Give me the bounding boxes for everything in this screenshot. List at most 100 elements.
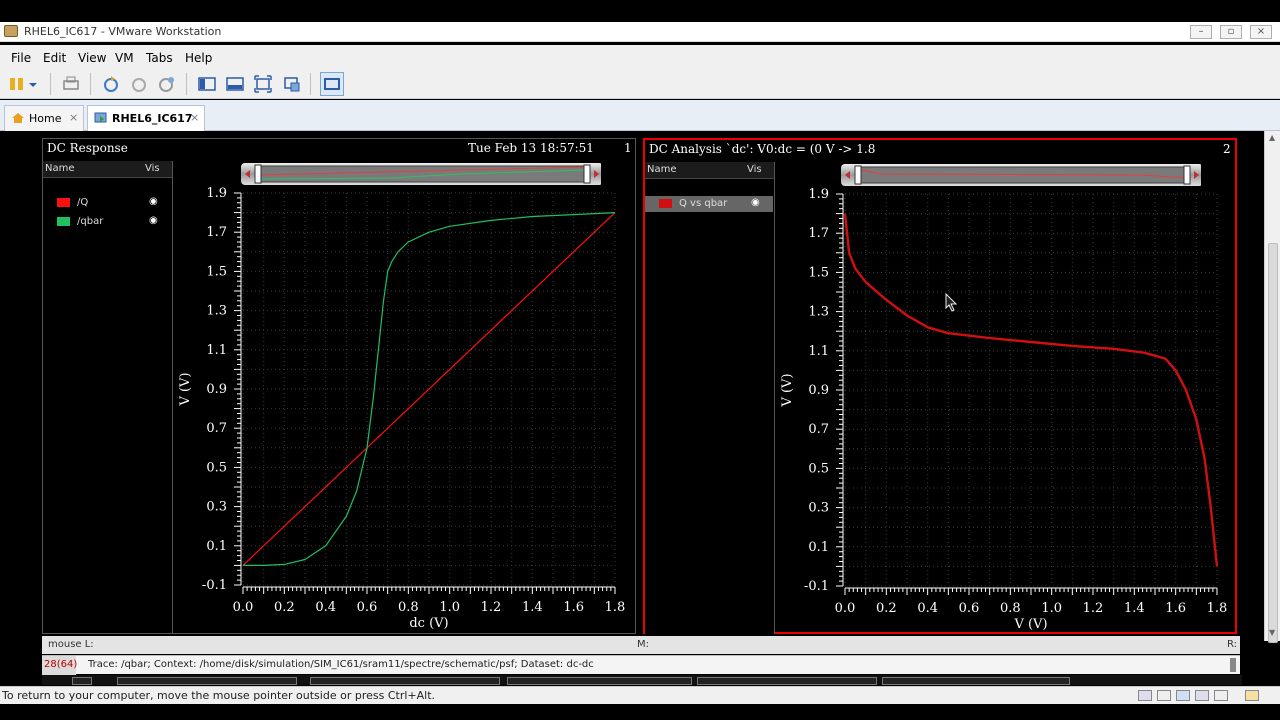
chart-dc-response[interactable]: 0.0 0.2 0.4 0.6 0.8 1.0 1.2 1.4 1.6 1.8 1.9 1.7 1.5 1… (175, 183, 635, 633)
toolbar-divider (310, 73, 311, 95)
scroll-down-icon[interactable]: ▼ (1269, 628, 1275, 637)
cd-drive-icon[interactable] (1157, 690, 1171, 701)
minimize-button[interactable]: – (1190, 25, 1212, 39)
x-tick-label: 1.8 (605, 600, 626, 615)
guest-taskbar (42, 675, 1242, 685)
menu-help[interactable]: Help (185, 51, 212, 65)
tab-home-label: Home (29, 112, 62, 125)
mouse-right-status: R: (1227, 639, 1238, 650)
resize-handle[interactable] (1230, 658, 1236, 672)
y-tick-label: 1.3 (808, 305, 829, 320)
toolbar (0, 69, 1280, 99)
tab-rhel6-label: RHEL6_IC617 (112, 112, 193, 125)
y-axis-label: V (V) (780, 373, 795, 407)
x-tick-label: 0.6 (357, 600, 378, 615)
x-tick-label: 1.0 (439, 600, 460, 615)
eye-icon[interactable]: ◉ (149, 215, 158, 226)
guest-taskbar-item[interactable] (882, 677, 1070, 685)
close-button[interactable]: × (1250, 25, 1272, 39)
tab-rhel6-close-icon[interactable]: × (190, 111, 199, 124)
console-view-button[interactable] (320, 72, 344, 96)
y-tick-label: 0.3 (206, 500, 227, 515)
status-count: 28(64) (42, 656, 77, 675)
y-tick-label: 0.9 (206, 382, 227, 397)
sound-icon[interactable] (1214, 690, 1228, 701)
menu-file[interactable]: File (11, 51, 31, 65)
guest-taskbar-item[interactable] (72, 677, 92, 685)
send-keys-icon[interactable] (62, 75, 80, 93)
snapshot-manager-icon[interactable] (158, 75, 176, 93)
vm-running-icon (94, 112, 107, 123)
eye-icon[interactable]: ◉ (149, 196, 158, 207)
y-tick-label: 1.3 (206, 304, 227, 319)
vmware-icon (4, 25, 18, 37)
legend-item[interactable]: Q vs qbar ◉ (645, 196, 773, 212)
trace-info: Trace: /qbar; Context: /home/disk/simula… (88, 659, 594, 670)
maximize-button[interactable]: ▫ (1220, 25, 1242, 39)
y-tick-label: 0.5 (808, 461, 829, 476)
printer-icon[interactable] (1195, 690, 1209, 701)
guest-taskbar-item[interactable] (507, 677, 692, 685)
thumbnail-bar-icon[interactable] (226, 75, 244, 93)
menu-vm[interactable]: VM (115, 51, 134, 65)
unity-icon[interactable] (283, 75, 301, 93)
eye-icon[interactable]: ◉ (751, 197, 760, 208)
snapshot-icon[interactable] (102, 75, 120, 93)
legend-header-vis: Vis (145, 163, 160, 174)
legend-item-label: /qbar (77, 216, 104, 227)
show-library-icon[interactable] (198, 75, 216, 93)
scroll-up-icon[interactable]: ▲ (1269, 133, 1275, 142)
guest-taskbar-item[interactable] (697, 677, 877, 685)
x-tick-label: 1.4 (1124, 601, 1145, 616)
mouse-middle-status: M: (637, 639, 649, 650)
y-tick-label: 0.1 (206, 539, 227, 554)
legend-item-label: Q vs qbar (679, 198, 728, 209)
legend-item[interactable]: /Q ◉ (43, 195, 171, 211)
x-tick-label: 1.0 (1041, 601, 1062, 616)
menu-edit[interactable]: Edit (43, 51, 66, 65)
menu-view[interactable]: View (78, 51, 106, 65)
vertical-scrollbar[interactable]: ▲ ▼ (1264, 131, 1280, 643)
x-axis-label: V (V) (1013, 617, 1047, 632)
x-tick-label: 1.2 (1083, 601, 1104, 616)
y-tick-label: 1.7 (206, 225, 227, 240)
legend-panel: Name Vis /Q ◉ /qbar ◉ (43, 161, 173, 633)
pause-icon[interactable] (8, 75, 26, 93)
message-log-icon[interactable] (1245, 690, 1259, 701)
y-tick-label: 0.9 (808, 383, 829, 398)
x-axis-label: dc (V) (409, 616, 448, 631)
scrollbar-thumb[interactable] (1268, 243, 1278, 643)
tab-home[interactable]: Home × (4, 105, 84, 131)
chevron-down-icon[interactable] (28, 75, 38, 93)
tab-home-close-icon[interactable]: × (69, 111, 78, 124)
hard-disk-icon[interactable] (1138, 690, 1152, 701)
x-tick-label: 0.4 (315, 600, 336, 615)
legend-swatch (659, 199, 672, 208)
legend-header-name: Name (45, 163, 75, 174)
y-tick-label: 0.3 (808, 501, 829, 516)
x-tick-label: 1.2 (481, 600, 502, 615)
x-tick-label: 0.2 (876, 601, 897, 616)
dc-response-panel[interactable]: DC Response Tue Feb 13 18:57:51 1 Name V… (42, 138, 636, 634)
legend-item[interactable]: /qbar ◉ (43, 214, 171, 230)
menu-tabs[interactable]: Tabs (146, 51, 173, 65)
mouse-left-status: mouse L: (48, 639, 94, 650)
y-tick-label: 0.5 (206, 460, 227, 475)
tab-rhel6[interactable]: RHEL6_IC617 × (87, 105, 205, 131)
y-tick-label: 1.1 (206, 343, 227, 358)
full-screen-icon[interactable] (254, 75, 272, 93)
dc-analysis-panel[interactable]: DC Analysis `dc': V0:dc = (0 V -> 1.8 2 … (643, 138, 1237, 634)
chart-dc-analysis[interactable]: 0.0 0.2 0.4 0.6 0.8 1.0 1.2 1.4 1.6 1.8 1.9 1.7 1.5 1… (777, 184, 1237, 634)
y-tick-label: 1.7 (808, 226, 829, 241)
panel-title: DC Response (47, 141, 128, 155)
x-tick-label: 0.2 (274, 600, 295, 615)
legend-panel: Name Vis Q vs qbar ◉ (645, 162, 775, 634)
guest-taskbar-item[interactable] (117, 677, 297, 685)
toolbar-divider (50, 73, 51, 95)
network-icon[interactable] (1176, 690, 1190, 701)
y-tick-label: 0.7 (808, 422, 829, 437)
x-tick-label: 1.4 (522, 600, 543, 615)
revert-snapshot-icon[interactable] (130, 75, 148, 93)
guest-taskbar-item[interactable] (310, 677, 500, 685)
trace-status-bar: 28(64) Trace: /qbar; Context: /home/disk… (42, 655, 1240, 675)
